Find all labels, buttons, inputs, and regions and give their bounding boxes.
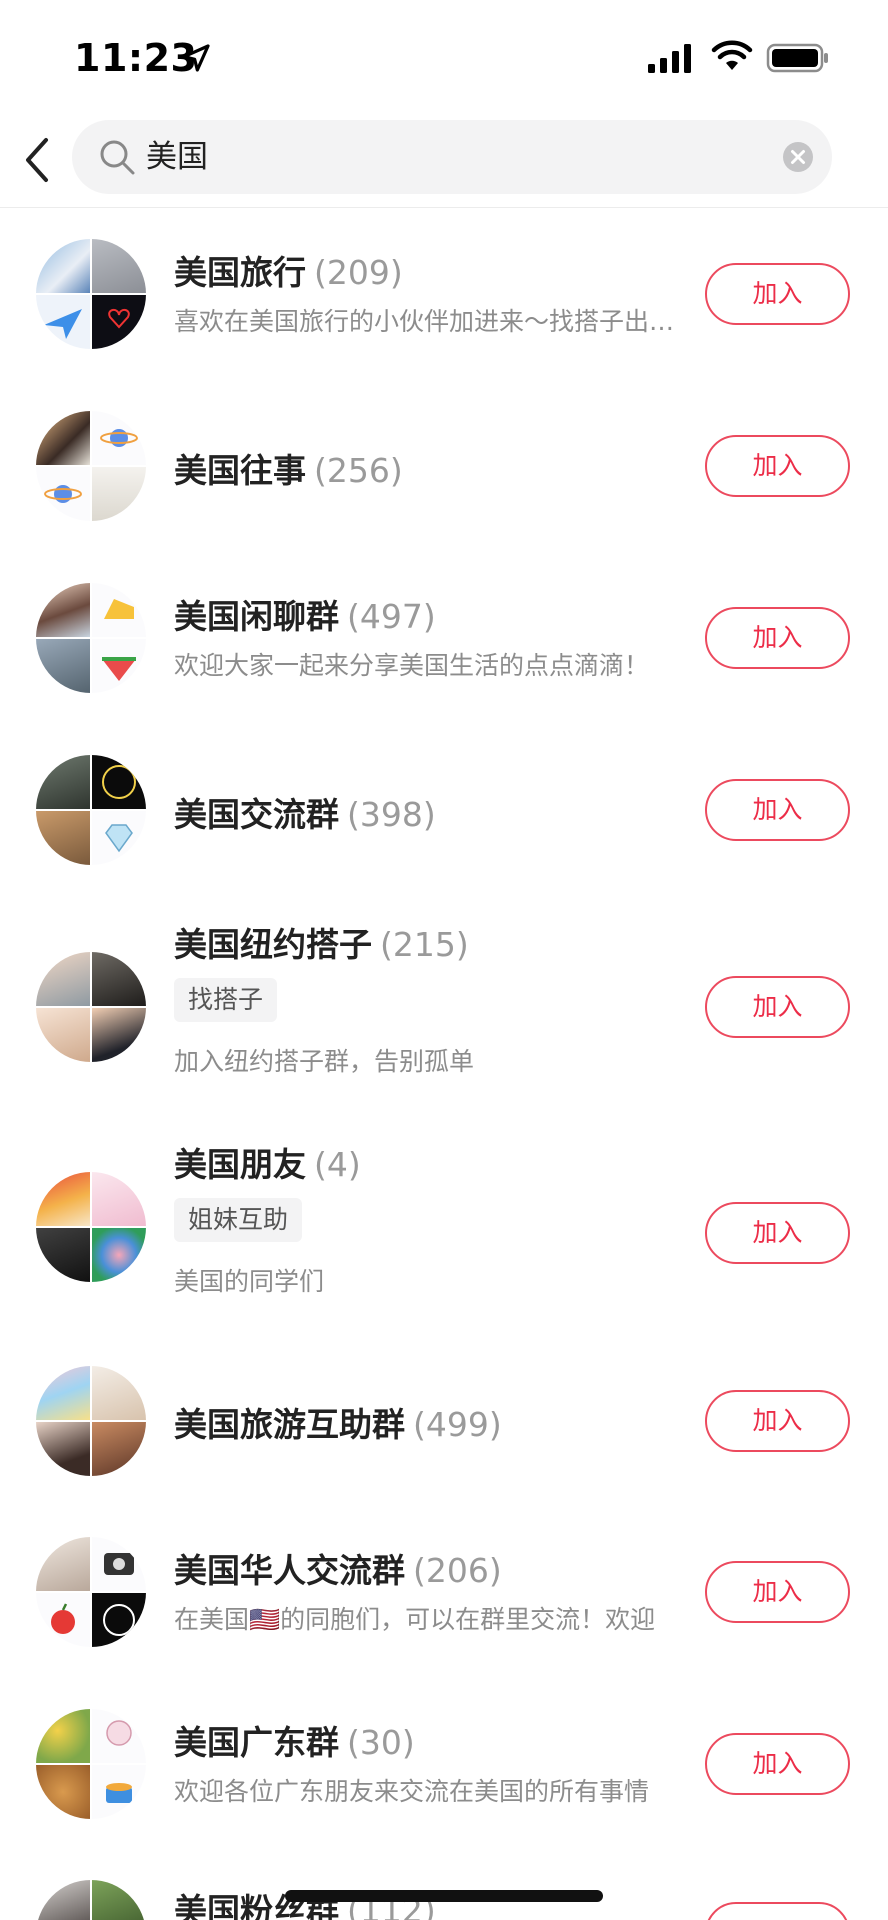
- group-avatar: [36, 239, 146, 349]
- group-avatar: [36, 1709, 146, 1819]
- member-count: (497): [347, 597, 436, 636]
- group-title: 美国旅行 (209): [174, 253, 403, 292]
- group-row[interactable]: 美国旅游互助群 (499) 加入: [0, 1336, 888, 1506]
- battery-icon: [766, 43, 828, 73]
- group-description: 欢迎大家一起来分享美国生活的点点滴滴！: [174, 651, 650, 680]
- group-description: 喜欢在美国旅行的小伙伴加进来～找搭子出行！: [174, 307, 684, 336]
- group-row[interactable]: 美国广东群 (30) 欢迎各位广东朋友来交流在美国的所有事情 加入: [0, 1678, 888, 1850]
- status-time: 11:23: [74, 36, 198, 80]
- join-button[interactable]: 加入: [705, 435, 850, 497]
- group-avatar: [36, 583, 146, 693]
- join-button[interactable]: 加入: [705, 1202, 850, 1264]
- group-title: 美国交流群 (398): [174, 795, 436, 834]
- group-tag: 找搭子: [174, 978, 278, 1022]
- join-button[interactable]: 加入: [705, 976, 850, 1038]
- member-count: (4): [314, 1145, 361, 1184]
- group-description: 美国的同学们: [174, 1267, 325, 1296]
- group-avatar: [36, 1537, 146, 1647]
- group-row[interactable]: 美国粉丝群(112) 加入: [0, 1850, 888, 1920]
- member-count: (398): [347, 795, 436, 834]
- group-title: 美国朋友 (4): [174, 1145, 361, 1184]
- cellular-signal-icon: [648, 44, 691, 73]
- group-row[interactable]: 美国朋友 (4) 姐妹互助 美国的同学们 加入: [0, 1116, 888, 1336]
- search-header: [0, 110, 888, 208]
- group-row[interactable]: 美国往事 (256) 加入: [0, 380, 888, 552]
- group-description: 欢迎各位广东朋友来交流在美国的所有事情: [174, 1777, 650, 1806]
- location-arrow-icon: [182, 44, 210, 72]
- member-count: (209): [314, 253, 403, 292]
- group-row[interactable]: 美国交流群 (398) 加入: [0, 724, 888, 896]
- group-avatar: [36, 411, 146, 521]
- member-count: (256): [314, 451, 403, 490]
- join-button[interactable]: 加入: [705, 779, 850, 841]
- back-arrow-icon[interactable]: [16, 134, 60, 186]
- group-tag: 姐妹互助: [174, 1198, 303, 1242]
- join-button[interactable]: 加入: [705, 1390, 850, 1452]
- group-title: 美国旅游互助群 (499): [174, 1405, 502, 1444]
- join-button[interactable]: 加入: [705, 263, 850, 325]
- search-box[interactable]: [72, 120, 832, 194]
- search-icon: [100, 140, 135, 175]
- status-bar: 11:23: [0, 0, 888, 110]
- wifi-icon: [711, 40, 753, 70]
- group-row[interactable]: 美国纽约搭子 (215) 找搭子 加入纽约搭子群，告别孤单 加入: [0, 896, 888, 1116]
- home-indicator: [285, 1890, 603, 1902]
- member-count: (499): [413, 1405, 502, 1444]
- group-avatar: [36, 1172, 146, 1282]
- search-input[interactable]: [146, 120, 706, 194]
- group-title: 美国闲聊群 (497): [174, 597, 436, 636]
- group-title: 美国华人交流群 (206): [174, 1551, 502, 1590]
- group-title: 美国广东群 (30): [174, 1723, 415, 1762]
- group-avatar: [36, 1366, 146, 1476]
- group-avatar: [36, 952, 146, 1062]
- group-row[interactable]: 美国闲聊群 (497) 欢迎大家一起来分享美国生活的点点滴滴！ 加入: [0, 552, 888, 724]
- join-button[interactable]: 加入: [705, 607, 850, 669]
- member-count: (30): [347, 1723, 415, 1762]
- clear-icon[interactable]: [782, 141, 814, 173]
- group-row[interactable]: 美国旅行 (209) 喜欢在美国旅行的小伙伴加进来～找搭子出行！ 加入: [0, 208, 888, 380]
- join-button[interactable]: 加入: [705, 1902, 850, 1920]
- member-count: (215): [380, 925, 469, 964]
- group-row[interactable]: 美国华人交流群 (206) 在美国🇺🇸的同胞们，可以在群里交流！欢迎 加入: [0, 1506, 888, 1678]
- group-title: 美国往事 (256): [174, 451, 403, 490]
- group-description: 在美国🇺🇸的同胞们，可以在群里交流！欢迎: [174, 1605, 656, 1634]
- group-avatar: [36, 1880, 146, 1920]
- group-description: 加入纽约搭子群，告别孤单: [174, 1047, 475, 1076]
- join-button[interactable]: 加入: [705, 1561, 850, 1623]
- join-button[interactable]: 加入: [705, 1733, 850, 1795]
- member-count: (206): [413, 1551, 502, 1590]
- group-avatar: [36, 755, 146, 865]
- group-title: 美国纽约搭子 (215): [174, 925, 469, 964]
